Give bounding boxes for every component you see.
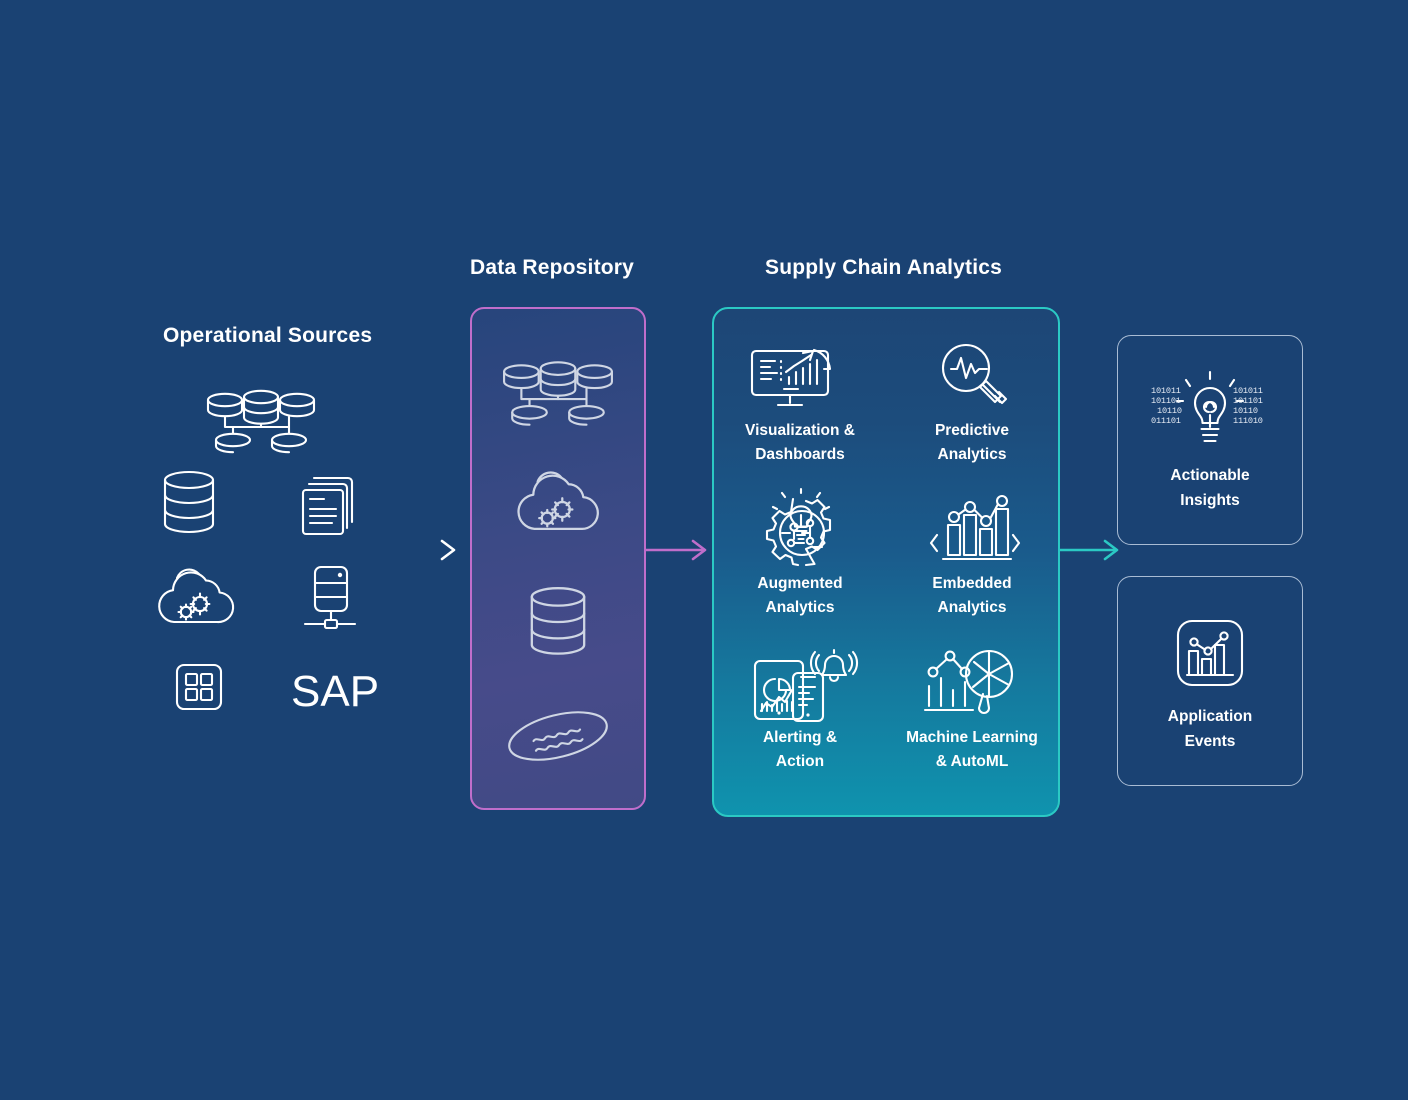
capability-label: Embedded Analytics	[932, 575, 1012, 617]
cloud-gears-icon	[155, 566, 237, 628]
arrow-analytics-to-outputs	[1058, 536, 1128, 564]
app-grid-icon	[173, 661, 225, 713]
data-repository-panel	[470, 307, 646, 810]
capability-label: Predictive Analytics	[934, 422, 1010, 464]
svg-text:101011: 101011	[1233, 386, 1263, 396]
database-cylinder-icon	[160, 470, 218, 536]
repo-cloud-gears-icon	[514, 467, 602, 537]
sap-wordmark: SAP	[291, 664, 387, 720]
svg-text:101101: 101101	[1233, 396, 1263, 406]
capability-augmented-analytics[interactable]: Augmented Analytics	[714, 486, 886, 639]
documents-stack-icon	[298, 468, 360, 538]
tablet-phone-bell-icon	[749, 644, 859, 722]
output-card-label: Application Events	[1167, 708, 1253, 750]
repo-distributed-database-network-icon	[499, 361, 617, 426]
dashboard-monitor-icon	[748, 337, 852, 415]
operational-sources-heading: Operational Sources	[163, 324, 373, 347]
diagram-canvas: Operational Sources SAP Data Repository …	[0, 0, 1408, 1100]
binary-digits-right: 101011 101101 10110 111010	[1233, 386, 1263, 426]
capability-alerting-action[interactable]: Alerting & Action	[714, 640, 886, 793]
repo-data-lake-icon	[504, 707, 612, 765]
svg-text:10110: 10110	[1233, 406, 1258, 416]
operational-sources-icon-cluster: SAP	[155, 380, 385, 720]
binary-lightbulb-icon: 101011 101101 10110 011101 101011 101101…	[1145, 366, 1275, 458]
gear-lightbulb-circuit-icon	[758, 488, 842, 568]
svg-text:10110: 10110	[1157, 406, 1182, 416]
magnifier-pulse-icon	[934, 337, 1010, 415]
supply-chain-analytics-heading: Supply Chain Analytics	[765, 256, 1002, 279]
svg-text:101101: 101101	[1151, 396, 1181, 406]
supply-chain-analytics-panel: Visualization & Dashboards Predictive An…	[712, 307, 1060, 817]
arrow-repo-to-analytics	[646, 536, 716, 564]
capability-visualization-dashboards[interactable]: Visualization & Dashboards	[714, 333, 886, 486]
output-card-label: Actionable Insights	[1170, 467, 1250, 509]
distributed-database-network-icon	[203, 389, 319, 454]
capability-machine-learning-automl[interactable]: Machine Learning & AutoML	[886, 640, 1058, 793]
svg-text:011101: 011101	[1151, 416, 1181, 426]
server-node-icon	[301, 563, 359, 633]
svg-text:111010: 111010	[1233, 416, 1263, 426]
bar-line-chart-app-icon	[1172, 607, 1248, 699]
output-card-application-events[interactable]: Application Events	[1117, 576, 1303, 786]
arrow-sources-to-repo	[362, 536, 462, 564]
output-card-actionable-insights[interactable]: 101011 101101 10110 011101 101011 101101…	[1117, 335, 1303, 545]
svg-text:101011: 101011	[1151, 386, 1181, 396]
capability-label: Augmented Analytics	[757, 575, 843, 617]
capability-label: Machine Learning & AutoML	[906, 728, 1038, 770]
capability-embedded-analytics[interactable]: Embedded Analytics	[886, 486, 1058, 639]
repo-database-cylinder-icon	[526, 586, 590, 658]
binary-digits-left: 101011 101101 10110 011101	[1151, 386, 1182, 426]
analytics-capability-grid: Visualization & Dashboards Predictive An…	[714, 333, 1058, 793]
capability-label: Alerting & Action	[762, 728, 838, 770]
ml-magnifier-chart-icon	[923, 644, 1021, 722]
sap-text: SAP	[291, 667, 379, 716]
data-repository-heading: Data Repository	[470, 256, 635, 279]
embedded-bar-chart-icon	[925, 490, 1021, 568]
capability-label: Visualization & Dashboards	[745, 422, 855, 464]
capability-predictive-analytics[interactable]: Predictive Analytics	[886, 333, 1058, 486]
